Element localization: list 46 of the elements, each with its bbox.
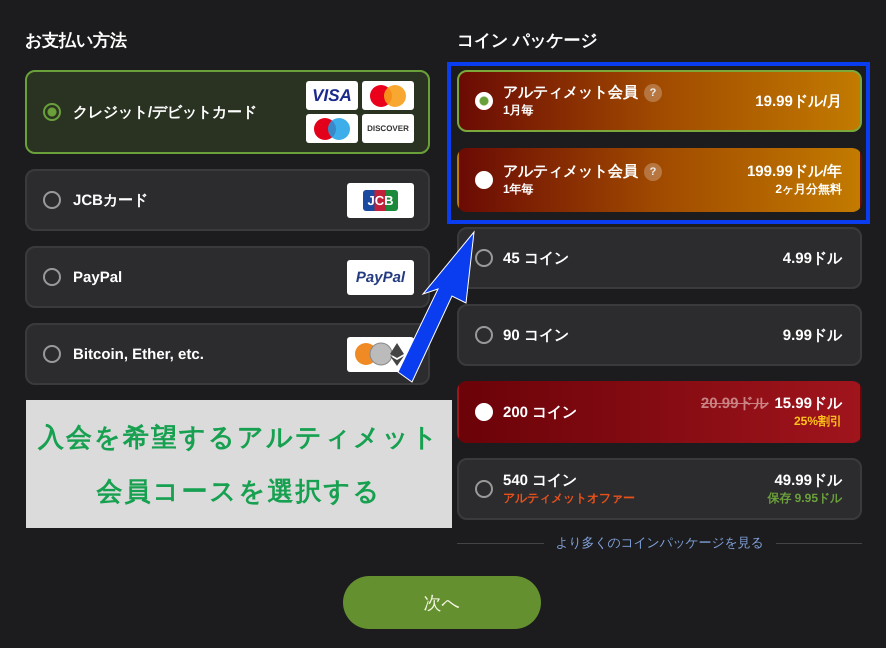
- discover-logo: DISCOVER: [362, 114, 414, 143]
- package-name: 200 コイン: [503, 402, 578, 422]
- payment-label: クレジット/デビットカード: [73, 102, 258, 122]
- coin-package-option[interactable]: 90 コイン 9.99ドル: [457, 304, 862, 366]
- price-note: 2ヶ月分無料: [775, 181, 842, 198]
- package-name: 45 コイン: [503, 248, 569, 268]
- price-note: 保存 9.95ドル: [767, 490, 842, 507]
- price-note: 25%割引: [794, 413, 842, 430]
- payment-label: PayPal: [73, 268, 124, 286]
- coin-package-option[interactable]: 45 コイン 4.99ドル: [457, 227, 862, 289]
- package-name: 90 コイン: [503, 326, 569, 344]
- payment-option[interactable]: クレジット/デビットカード VISA DISCOVER: [25, 70, 430, 154]
- package-period: 1月毎: [503, 102, 535, 119]
- payment-option[interactable]: Bitcoin, Ether, etc.: [25, 323, 430, 385]
- old-price: 20.99ドル: [700, 394, 768, 413]
- price: 4.99ドル: [782, 248, 842, 268]
- section-title: コイン パッケージ: [457, 30, 599, 52]
- overlapping-circles-logo: [312, 116, 352, 140]
- package-name: アルティメット会員: [503, 162, 638, 181]
- paypal-logo: PayPal: [347, 260, 414, 294]
- price: 49.99ドル: [774, 471, 842, 490]
- radio-button[interactable]: [43, 103, 61, 121]
- package-period: アルティメットオファー: [503, 490, 636, 507]
- package-name: アルティメット会員: [503, 83, 638, 102]
- price: 199.99ドル/年: [746, 162, 842, 181]
- more-packages-link[interactable]: より多くのコインパッケージを見る: [556, 534, 764, 552]
- price: 15.99ドル: [774, 394, 842, 413]
- price: 9.99ドル: [782, 326, 842, 344]
- overlapping-circles-logo: [368, 84, 408, 108]
- section-title: お支払い方法: [25, 30, 128, 52]
- package-period: 1年毎: [503, 181, 535, 198]
- coin-package-option[interactable]: 540 コイン アルティメットオファー 49.99ドル 保存 9.95ドル: [457, 458, 862, 520]
- radio-button[interactable]: [475, 326, 493, 344]
- payment-label: JCBカード: [73, 190, 150, 210]
- price: 19.99ドル/月: [755, 92, 842, 110]
- radio-button[interactable]: [475, 480, 493, 498]
- radio-button[interactable]: [475, 249, 493, 267]
- payment-option[interactable]: PayPal PayPal: [25, 246, 430, 308]
- coin-package-option[interactable]: 200 コイン 20.99ドル 15.99ドル 25%割引: [457, 381, 862, 443]
- radio-button[interactable]: [43, 345, 61, 363]
- radio-button[interactable]: [43, 268, 61, 286]
- radio-button[interactable]: [43, 191, 61, 209]
- visa-logo: VISA: [306, 81, 358, 110]
- callout-note: 入会を希望するアルティメット 会員コースを選択する: [26, 400, 452, 528]
- package-name: 540 コイン: [503, 471, 578, 490]
- payment-label: Bitcoin, Ether, etc.: [73, 346, 205, 362]
